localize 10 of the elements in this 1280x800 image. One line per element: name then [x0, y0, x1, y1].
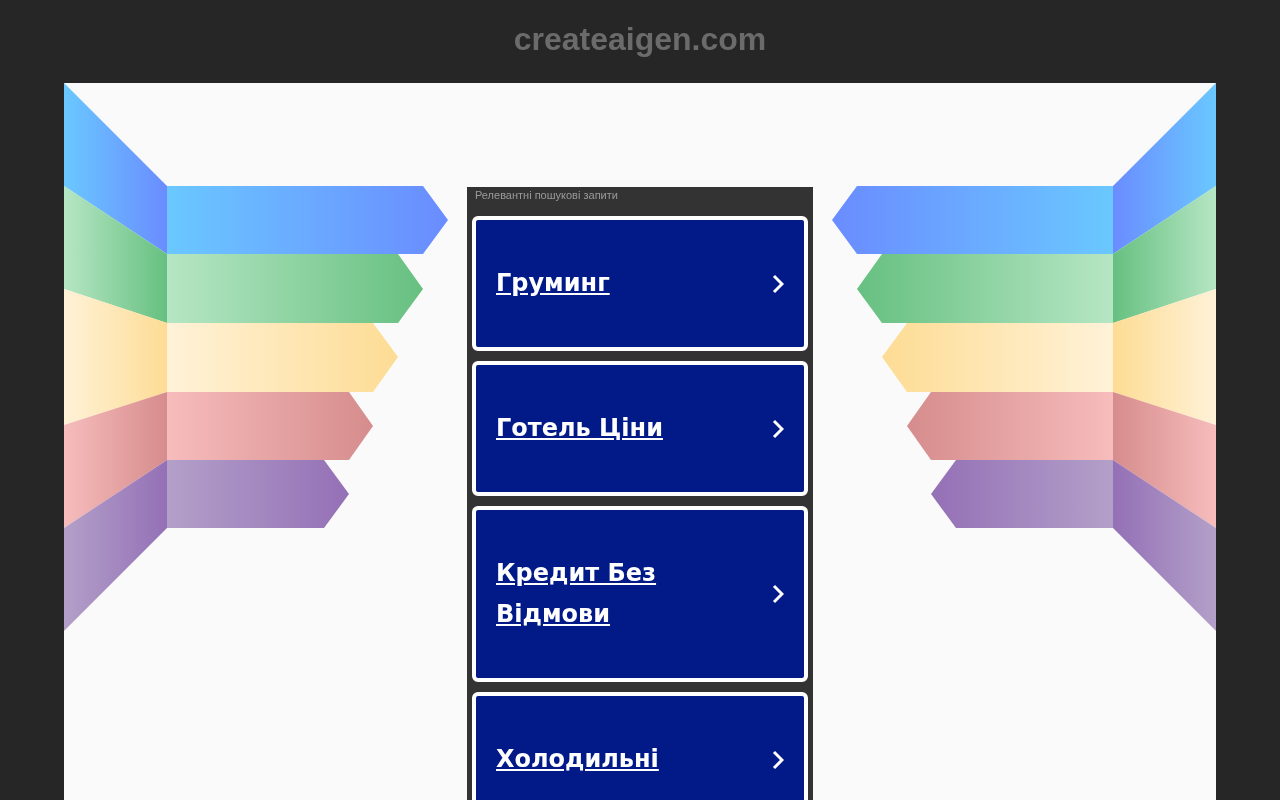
search-link[interactable]: Готель Ціни [472, 361, 808, 496]
panel-label: Релевантні пошукові запити [474, 188, 619, 203]
domain-title: createaigen.com [513, 19, 767, 59]
chevron-right-icon [772, 273, 784, 294]
chevron-right-icon [772, 418, 784, 439]
search-link[interactable]: Холодильні [472, 692, 808, 800]
chevron-right-icon [772, 749, 784, 770]
search-link[interactable]: Груминг [472, 216, 808, 351]
search-link[interactable]: Кредит Без Відмови [472, 506, 808, 682]
chevron-right-icon [772, 584, 784, 604]
